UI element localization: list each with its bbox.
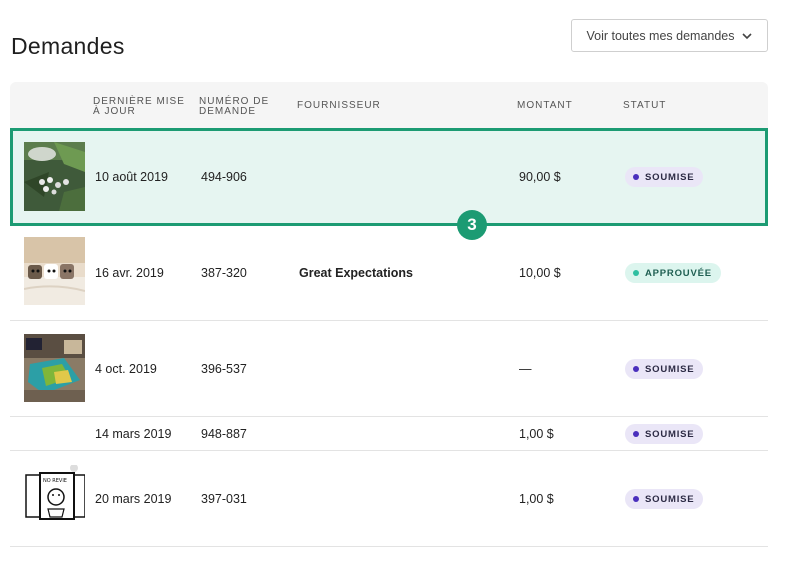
- status-dot-icon: [633, 174, 639, 180]
- cell-number: 396-537: [201, 362, 247, 376]
- cell-date: 16 avr. 2019: [95, 266, 164, 280]
- status-badge: SOUMISE: [625, 167, 704, 187]
- col-header-number: Numéro de demande: [199, 97, 269, 117]
- request-thumbnail: NO REVIE: [24, 465, 85, 533]
- status-label: SOUMISE: [645, 493, 695, 505]
- table-row[interactable]: 10 août 2019 494-906 90,00 $ SOUMISE: [10, 128, 768, 226]
- cell-number: 494-906: [201, 170, 247, 184]
- col-header-supplier: Fournisseur: [297, 100, 381, 111]
- status-dot-icon: [633, 431, 639, 437]
- status-label: APPROUVÉE: [645, 267, 712, 279]
- col-header-amount: Montant: [517, 100, 573, 111]
- cell-amount: —: [519, 362, 532, 376]
- table-row[interactable]: 14 mars 2019 948-887 1,00 $ SOUMISE: [10, 417, 768, 451]
- cell-number: 397-031: [201, 492, 247, 506]
- cell-amount: 1,00 $: [519, 427, 554, 441]
- requests-table: Dernière mise à jour Numéro de demande F…: [10, 82, 768, 547]
- status-dot-icon: [633, 496, 639, 502]
- request-thumbnail: [24, 334, 85, 402]
- status-label: SOUMISE: [645, 171, 695, 183]
- svg-text:NO REVIE: NO REVIE: [43, 478, 67, 484]
- view-all-requests-dropdown[interactable]: Voir toutes mes demandes: [571, 19, 768, 52]
- cell-number: 948-887: [201, 427, 247, 441]
- status-badge: SOUMISE: [625, 489, 704, 509]
- cell-number: 387-320: [201, 266, 247, 280]
- cell-amount: 10,00 $: [519, 266, 561, 280]
- chevron-down-icon: [741, 32, 752, 39]
- cell-date: 10 août 2019: [95, 170, 168, 184]
- cell-date: 4 oct. 2019: [95, 362, 157, 376]
- cell-supplier: Great Expectations: [299, 266, 413, 280]
- status-dot-icon: [633, 270, 639, 276]
- page-title: Demandes: [11, 33, 125, 59]
- table-row[interactable]: 16 avr. 2019 387-320 Great Expectations …: [10, 226, 768, 321]
- status-dot-icon: [633, 366, 639, 372]
- col-header-updated-line2: à jour: [93, 106, 136, 117]
- col-header-updated: Dernière mise à jour: [93, 97, 185, 117]
- table-row[interactable]: NO REVIE 20 mars 2019 397-031 1,00 $ SOU…: [10, 451, 768, 547]
- status-badge: SOUMISE: [625, 359, 704, 379]
- cell-amount: 1,00 $: [519, 492, 554, 506]
- table-row[interactable]: 4 oct. 2019 396-537 — SOUMISE: [10, 321, 768, 417]
- status-badge: SOUMISE: [625, 424, 704, 444]
- status-label: SOUMISE: [645, 363, 695, 375]
- cell-date: 20 mars 2019: [95, 492, 172, 506]
- status-badge: APPROUVÉE: [625, 263, 721, 283]
- request-thumbnail: [24, 237, 85, 305]
- view-all-label: Voir toutes mes demandes: [586, 28, 735, 43]
- col-header-number-line2: demande: [199, 106, 257, 117]
- cell-date: 14 mars 2019: [95, 427, 172, 441]
- step-marker: 3: [457, 210, 487, 240]
- cell-amount: 90,00 $: [519, 170, 561, 184]
- col-header-status: Statut: [623, 100, 667, 111]
- table-header: Dernière mise à jour Numéro de demande F…: [10, 82, 768, 128]
- status-label: SOUMISE: [645, 428, 695, 440]
- request-thumbnail: [24, 142, 85, 211]
